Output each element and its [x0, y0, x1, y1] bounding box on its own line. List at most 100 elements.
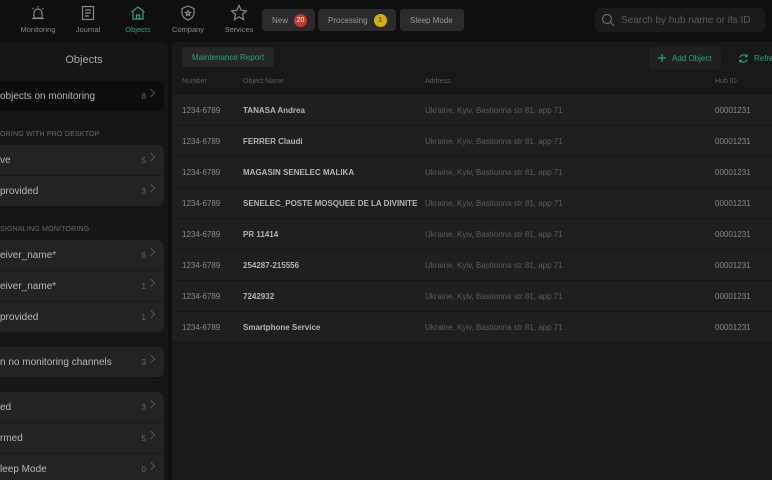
cell-number: 1234-6789	[182, 261, 221, 270]
sidebar-item-label: eiver_name*	[0, 280, 57, 292]
refresh-icon	[739, 53, 748, 63]
sidebar-title: Objects	[65, 54, 103, 66]
sidebar-item-not-provided-2[interactable]: provided 1	[0, 302, 164, 332]
tab-label: New	[272, 15, 289, 25]
sidebar-item-count: 6	[141, 250, 146, 260]
cell-object-name: Smartphone Service	[243, 323, 321, 332]
sidebar-item-label: n no monitoring channels	[0, 356, 112, 368]
tab-new[interactable]: New 20	[262, 9, 315, 31]
plus-icon	[658, 54, 666, 62]
cell-hub-id: 00001231	[715, 199, 751, 208]
sidebar-item-not-provided[interactable]: provided 3	[0, 176, 164, 206]
nav-label: Monitoring	[20, 25, 56, 34]
table-row[interactable]: 1234-6789 7242932 Ukraine, Kyiv, Bastionna…	[172, 281, 772, 311]
cell-address: Ukraine, Kyiv, Bastionna str 81, app 71	[425, 168, 563, 177]
tab-label: Processing	[328, 15, 368, 25]
cell-number: 1234-6789	[182, 168, 221, 177]
table-row[interactable]: 1234-6789 TANASA Andrea Ukraine, Kyiv, Bas…	[172, 95, 772, 125]
cell-number: 1234-6789	[182, 106, 221, 115]
search-icon	[601, 13, 615, 27]
chevron-right-icon	[146, 152, 156, 162]
table-row[interactable]: 1234-6789 FERRER Claudi Ukraine, Kyiv, Bas…	[172, 126, 772, 156]
sidebar-item-active[interactable]: ve 5	[0, 145, 164, 175]
chevron-right-icon	[146, 354, 156, 364]
journal-icon	[81, 5, 95, 21]
cell-hub-id: 00001231	[715, 230, 751, 239]
cell-object-name: FERRER Claudi	[243, 137, 303, 146]
sidebar-item-receiver-2[interactable]: eiver_name* 1	[0, 271, 164, 301]
alarm-icon	[32, 6, 44, 20]
sidebar-item-label: objects on monitoring	[0, 90, 96, 102]
nav-label: Journal	[75, 25, 101, 34]
nav-company[interactable]: Company	[163, 4, 213, 36]
table-row[interactable]: 1234-6789 MAGASIN SENELEC MALIKA Ukraine, …	[172, 157, 772, 187]
nav-monitoring[interactable]: Monitoring	[13, 4, 63, 36]
sidebar-item-count: 1	[141, 312, 146, 322]
nav-objects[interactable]: Objects	[113, 4, 163, 36]
cell-hub-id: 00001231	[715, 106, 751, 115]
chevron-right-icon	[146, 309, 156, 319]
cell-object-name: TANASA Andrea	[243, 106, 305, 115]
sidebar-item-no-channels[interactable]: n no monitoring channels 3	[0, 347, 164, 377]
sidebar-item-label: rmed	[0, 432, 23, 444]
new-count-badge: 20	[294, 13, 308, 27]
cell-address: Ukraine, Kyiv, Bastionna str 81, app 71	[425, 292, 563, 301]
shield-icon	[181, 5, 195, 21]
column-header-hub-id: Hub ID	[715, 78, 737, 85]
cell-address: Ukraine, Kyiv, Bastionna str 81, app 71	[425, 199, 563, 208]
sidebar-item-armed[interactable]: ed 3	[0, 392, 164, 422]
sidebar-item-receiver-1[interactable]: eiver_name* 6	[0, 240, 164, 270]
sidebar-item-label: eiver_name*	[0, 249, 57, 261]
cell-address: Ukraine, Kyiv, Bastionna str 81, app 71	[425, 323, 563, 332]
sidebar-item-count: 0	[141, 464, 146, 474]
sidebar-item-count: 3	[141, 402, 146, 412]
table-row[interactable]: 1234-6789 PR 11414 Ukraine, Kyiv, Bastionn…	[172, 219, 772, 249]
sidebar-item-count: 5	[141, 155, 146, 165]
chevron-right-icon	[146, 88, 156, 98]
sidebar-item-label: provided	[0, 185, 39, 197]
tab-sleep-mode[interactable]: Sleep Mode	[400, 9, 464, 31]
sidebar-item-all-objects[interactable]: objects on monitoring 8	[0, 81, 164, 111]
nav-label: Company	[171, 25, 205, 34]
nav-services[interactable]: Services	[214, 4, 264, 36]
processing-count-badge: 1	[373, 13, 387, 27]
sidebar-item-count: 3	[141, 186, 146, 196]
column-header-name: Object Name	[243, 78, 284, 85]
tab-processing[interactable]: Processing 1	[318, 9, 396, 31]
table-header: Number Object Name Address Hub ID	[172, 78, 772, 94]
cell-number: 1234-6789	[182, 292, 221, 301]
add-object-label: Add Object	[672, 53, 712, 63]
chevron-right-icon	[146, 247, 156, 257]
column-header-number: Number	[182, 78, 207, 85]
nav-label: Objects	[125, 25, 151, 34]
table-row[interactable]: 1234-6789 254287-215556 Ukraine, Kyiv, Bas…	[172, 250, 772, 280]
cell-number: 1234-6789	[182, 199, 221, 208]
refresh-label: Refre	[754, 53, 772, 63]
nav-journal[interactable]: Journal	[63, 4, 113, 36]
objects-sidebar: Objects objects on monitoring 8 ORING WI…	[0, 42, 168, 480]
cell-object-name: 254287-215556	[243, 261, 300, 270]
table-row[interactable]: 1234-6789 Smartphone Service Ukraine, Kyiv…	[172, 312, 772, 342]
search-input[interactable]	[621, 14, 761, 26]
cell-object-name: PR 11414	[243, 230, 279, 239]
table-row[interactable]: 1234-6789 SENELEC_POSTE MOSQUEE DE LA DIV…	[172, 188, 772, 218]
chevron-right-icon	[146, 399, 156, 409]
cell-address: Ukraine, Kyiv, Bastionna str 81, app 71	[425, 106, 563, 115]
home-icon	[131, 6, 145, 20]
cell-number: 1234-6789	[182, 323, 221, 332]
cell-address: Ukraine, Kyiv, Bastionna str 81, app 71	[425, 261, 563, 270]
sidebar-item-disarmed[interactable]: rmed 5	[0, 423, 164, 453]
cell-hub-id: 00001231	[715, 168, 751, 177]
sidebar-item-sleep-mode[interactable]: leep Mode 0	[0, 454, 164, 480]
add-object-button[interactable]: Add Object	[649, 47, 721, 69]
section-heading: ORING WITH PRO DESKTOP	[0, 131, 100, 138]
cell-number: 1234-6789	[182, 137, 221, 146]
chevron-right-icon	[146, 278, 156, 288]
chevron-right-icon	[146, 430, 156, 440]
sidebar-item-count: 1	[141, 281, 146, 291]
refresh-button[interactable]: Refre	[738, 48, 772, 68]
column-header-address: Address	[425, 78, 451, 85]
maintenance-report-button[interactable]: Maintenance Report	[182, 47, 275, 67]
search-box[interactable]	[595, 8, 765, 32]
sidebar-item-label: provided	[0, 311, 39, 323]
